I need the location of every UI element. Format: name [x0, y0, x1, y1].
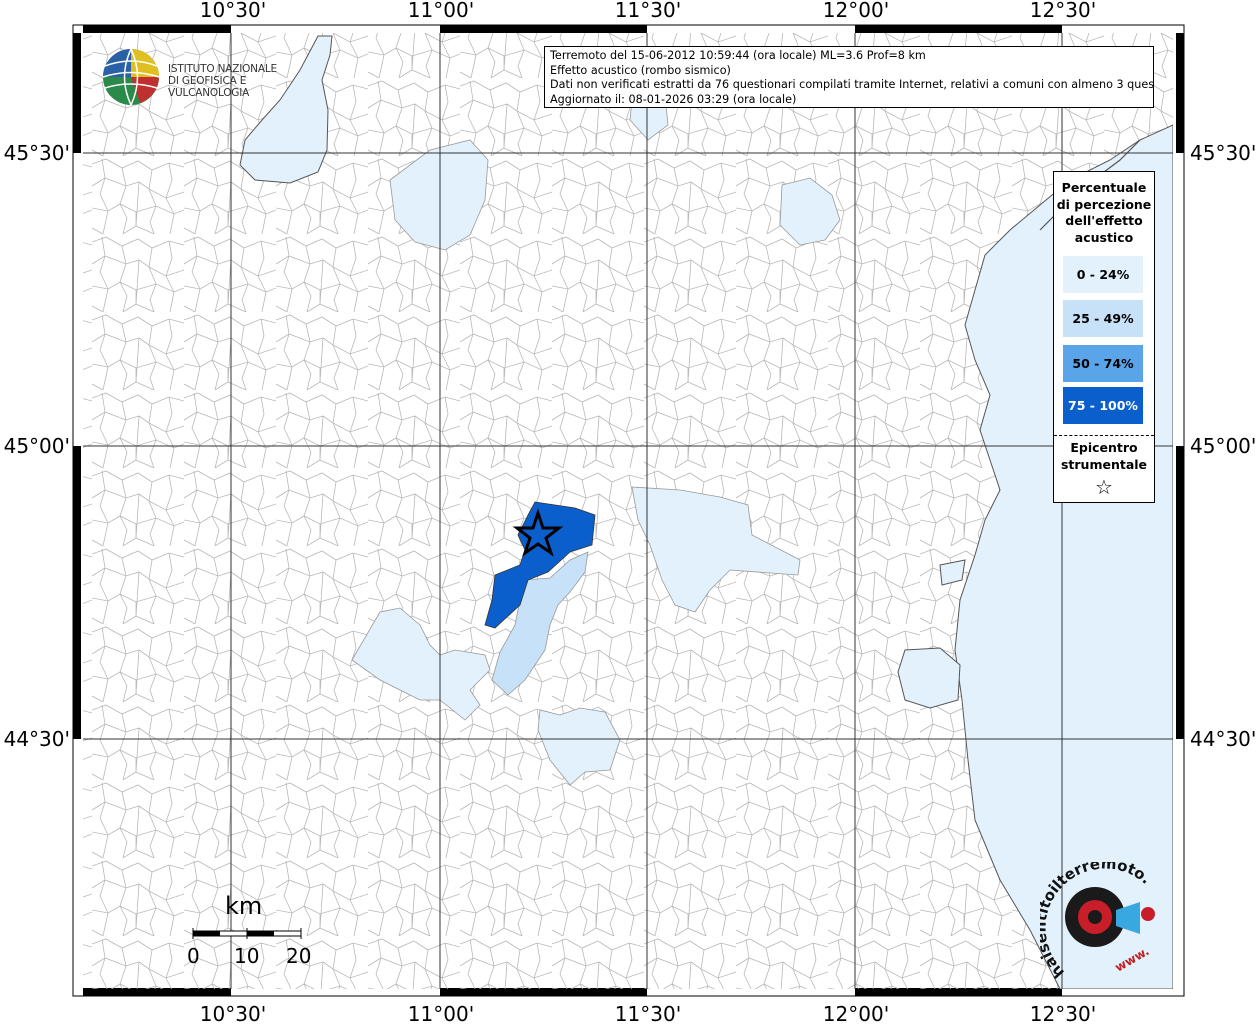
legend-title-line: acustico	[1074, 229, 1134, 245]
legend-title-line: dell'effetto	[1065, 213, 1143, 228]
lon-label-bottom: 10°30'	[200, 1002, 266, 1024]
lon-label-top: 12°30'	[1030, 0, 1096, 22]
lon-label-bottom: 12°30'	[1030, 1002, 1096, 1024]
scale-bar: km 0 10 20	[185, 892, 325, 972]
scale-title: km	[225, 892, 263, 920]
legend-epicenter-title: Epicentro strumentale	[1054, 440, 1154, 473]
legend-title-line: Percentuale	[1061, 180, 1147, 195]
event-updated: Aggiornato il: 08-01-2026 03:29 (ora loc…	[550, 92, 797, 106]
legend-item-25-49: 25 - 49%	[1063, 300, 1143, 337]
lat-label-right: 45°00'	[1190, 434, 1256, 458]
legend-epicenter-line: Epicentro	[1070, 440, 1138, 455]
event-effect: Effetto acustico (rombo sismico)	[550, 63, 731, 77]
haisentito-logo-graphic: haisentitoilterremoto.it www.	[1031, 848, 1155, 982]
legend-title: Percentuale di percezione dell'effetto a…	[1054, 180, 1154, 246]
haisentito-url: www.	[1113, 944, 1152, 975]
scale-tick-20: 20	[286, 944, 312, 968]
globe-icon	[102, 48, 160, 106]
legend-title-line: di percezione	[1056, 196, 1152, 212]
lat-label-right: 45°30'	[1190, 141, 1256, 165]
lon-label-top: 11°30'	[615, 0, 681, 22]
lon-label-top: 11°00'	[408, 0, 474, 22]
ingv-name-line2: DI GEOFISICA E VULCANOLOGIA	[168, 75, 250, 99]
ingv-name: ISTITUTO NAZIONALE DI GEOFISICA E VULCAN…	[168, 63, 318, 99]
lat-label-left: 44°30'	[4, 727, 70, 751]
legend: Percentuale di percezione dell'effetto a…	[1053, 171, 1155, 503]
lat-label-right: 44°30'	[1190, 727, 1256, 751]
legend-item-75-100: 75 - 100%	[1063, 387, 1143, 424]
lon-label-bottom: 11°00'	[408, 1002, 474, 1024]
event-data-note: Dati non verificati estratti da 76 quest…	[550, 78, 1154, 91]
lon-label-bottom: 11°30'	[615, 1002, 681, 1024]
legend-divider	[1054, 435, 1154, 436]
legend-item-0-24: 0 - 24%	[1063, 256, 1143, 293]
lon-label-bottom: 12°00'	[823, 1002, 889, 1024]
lon-label-top: 10°30'	[200, 0, 266, 22]
scale-tick-0: 0	[187, 944, 200, 968]
legend-epicenter-line: strumentale	[1060, 456, 1148, 472]
haisentito-logo: haisentitoilterremoto.it www.	[1031, 848, 1170, 987]
legend-star-icon: ☆	[1095, 475, 1113, 499]
lat-label-left: 45°30'	[4, 141, 70, 165]
lat-label-left: 45°00'	[4, 434, 70, 458]
scale-ruler	[192, 928, 302, 939]
ingv-name-line1: ISTITUTO NAZIONALE	[168, 63, 277, 75]
event-title: Terremoto del 15-06-2012 10:59:44 (ora l…	[550, 49, 926, 62]
event-info-box: Terremoto del 15-06-2012 10:59:44 (ora l…	[544, 46, 1154, 108]
lon-label-top: 12°00'	[823, 0, 889, 22]
comacchio-lagoon	[897, 647, 961, 709]
scale-tick-10: 10	[234, 944, 260, 968]
legend-item-50-74: 50 - 74%	[1063, 345, 1143, 382]
ingv-logo: ISTITUTO NAZIONALE DI GEOFISICA E VULCAN…	[98, 46, 318, 110]
